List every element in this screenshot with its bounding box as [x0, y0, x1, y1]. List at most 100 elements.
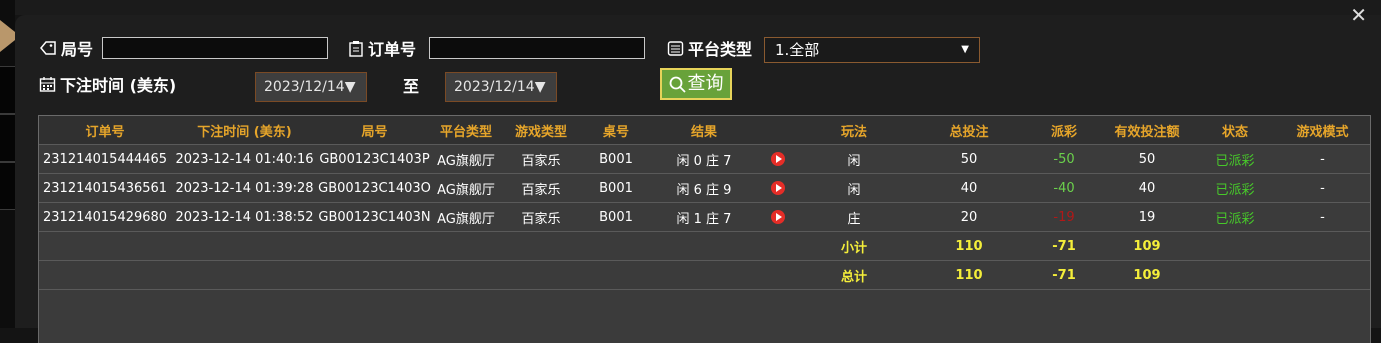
status-cell: 已派彩	[1195, 202, 1275, 232]
bet-cell: 20	[909, 202, 1029, 232]
total-payout: -71	[1029, 260, 1099, 290]
payout-cell: -40	[1029, 173, 1099, 203]
clipboard-icon	[349, 40, 363, 57]
result-cell: 闲 6 庄 9	[651, 173, 757, 203]
play-icon[interactable]	[771, 210, 785, 224]
total-row: 总计 110 -71 109	[39, 260, 1370, 290]
col-header	[757, 116, 799, 145]
total-bet: 110	[909, 260, 1029, 290]
table-no-cell: B001	[581, 202, 651, 232]
bet-record-table: 订单号 下注时间 (美东) 局号 平台类型 游戏类型 桌号 结果 玩法 总投注 …	[38, 115, 1371, 343]
time-cell: 2023-12-14 01:39:28	[171, 173, 318, 203]
bet-cell: 40	[909, 173, 1029, 203]
bet-cell: 50	[909, 144, 1029, 174]
game-cell: 百家乐	[501, 173, 581, 203]
subtotal-row: 小计 110 -71 109	[39, 231, 1370, 261]
result-cell: 闲 1 庄 7	[651, 202, 757, 232]
status-cell: 已派彩	[1195, 173, 1275, 203]
order-cell: 231214015436561	[39, 173, 171, 203]
rail-tab[interactable]	[0, 162, 15, 210]
platform-cell: AG旗舰厅	[431, 202, 501, 232]
time-cell: 2023-12-14 01:38:52	[171, 202, 318, 232]
subtotal-bet: 110	[909, 231, 1029, 261]
date-to-picker[interactable]: 2023/12/14▼	[445, 72, 557, 102]
search-button[interactable]: 查询	[660, 68, 732, 100]
subtotal-label: 小计	[799, 231, 909, 261]
subtotal-payout: -71	[1029, 231, 1099, 261]
order-input[interactable]	[429, 37, 645, 59]
table-row: 231214015444465 2023-12-14 01:40:16 GB00…	[39, 144, 1370, 174]
result-cell: 闲 0 庄 7	[651, 144, 757, 174]
col-header: 结果	[651, 116, 757, 145]
col-header: 状态	[1195, 116, 1275, 145]
top-strip	[0, 0, 1381, 15]
status-cell: 已派彩	[1195, 144, 1275, 174]
valid-bet-cell: 50	[1099, 144, 1195, 174]
date-from-picker[interactable]: 2023/12/14▼	[255, 72, 367, 102]
close-icon[interactable]: ✕	[1350, 5, 1367, 25]
valid-bet-cell: 19	[1099, 202, 1195, 232]
round-cell: GB00123C1403N	[318, 202, 431, 232]
col-header: 游戏模式	[1275, 116, 1370, 145]
col-header: 玩法	[799, 116, 909, 145]
col-header: 订单号	[39, 116, 171, 145]
replay-cell	[757, 202, 799, 232]
col-header: 派彩	[1029, 116, 1099, 145]
calendar-icon	[39, 76, 56, 92]
table-no-cell: B001	[581, 144, 651, 174]
total-valid: 109	[1099, 260, 1195, 290]
col-header: 局号	[318, 116, 431, 145]
rail-tab[interactable]	[0, 66, 15, 114]
table-no-cell: B001	[581, 173, 651, 203]
col-header: 桌号	[581, 116, 651, 145]
platform-label: 平台类型	[667, 36, 752, 60]
col-header: 平台类型	[431, 116, 501, 145]
mode-cell: -	[1275, 144, 1370, 174]
replay-cell	[757, 173, 799, 203]
play-cell: 庄	[799, 202, 909, 232]
time-cell: 2023-12-14 01:40:16	[171, 144, 318, 174]
col-header: 游戏类型	[501, 116, 581, 145]
order-cell: 231214015429680	[39, 202, 171, 232]
col-header: 有效投注额	[1099, 116, 1195, 145]
payout-cell: -50	[1029, 144, 1099, 174]
caret-down-icon: ▼	[534, 79, 546, 95]
bet-record-panel: ✕ 局号 订单号 平台类型 1.全部 ▼ 下注时间 (美东) 2023/12/1…	[15, 5, 1381, 343]
round-cell: GB00123C1403O	[318, 173, 431, 203]
table-row: 231214015429680 2023-12-14 01:38:52 GB00…	[39, 202, 1370, 232]
round-cell: GB00123C1403P	[318, 144, 431, 174]
platform-select[interactable]: 1.全部 ▼	[764, 37, 980, 63]
search-icon	[669, 76, 686, 93]
chevron-down-icon: ▼	[961, 44, 969, 55]
payout-cell: -19	[1029, 202, 1099, 232]
col-header: 下注时间 (美东)	[171, 116, 318, 145]
to-label: 至	[403, 77, 420, 96]
replay-cell	[757, 144, 799, 174]
total-label: 总计	[799, 260, 909, 290]
list-icon	[667, 40, 684, 56]
col-header: 总投注	[909, 116, 1029, 145]
table-bottom-border	[39, 289, 1370, 290]
order-label: 订单号	[348, 36, 416, 60]
round-input[interactable]	[102, 37, 328, 59]
valid-bet-cell: 40	[1099, 173, 1195, 203]
mode-cell: -	[1275, 173, 1370, 203]
play-icon[interactable]	[771, 181, 785, 195]
subtotal-valid: 109	[1099, 231, 1195, 261]
game-cell: 百家乐	[501, 202, 581, 232]
order-cell: 231214015444465	[39, 144, 171, 174]
play-icon[interactable]	[771, 152, 785, 166]
table-row: 231214015436561 2023-12-14 01:39:28 GB00…	[39, 173, 1370, 203]
play-cell: 闲	[799, 173, 909, 203]
mode-cell: -	[1275, 202, 1370, 232]
play-cell: 闲	[799, 144, 909, 174]
platform-cell: AG旗舰厅	[431, 144, 501, 174]
game-cell: 百家乐	[501, 144, 581, 174]
round-label: 局号	[39, 36, 93, 60]
caret-down-icon: ▼	[344, 79, 356, 95]
tag-icon	[40, 41, 56, 55]
rail-tab[interactable]	[0, 114, 15, 162]
platform-cell: AG旗舰厅	[431, 173, 501, 203]
bet-time-label: 下注时间 (美东)	[39, 72, 176, 96]
table-header-row: 订单号 下注时间 (美东) 局号 平台类型 游戏类型 桌号 结果 玩法 总投注 …	[39, 116, 1370, 145]
